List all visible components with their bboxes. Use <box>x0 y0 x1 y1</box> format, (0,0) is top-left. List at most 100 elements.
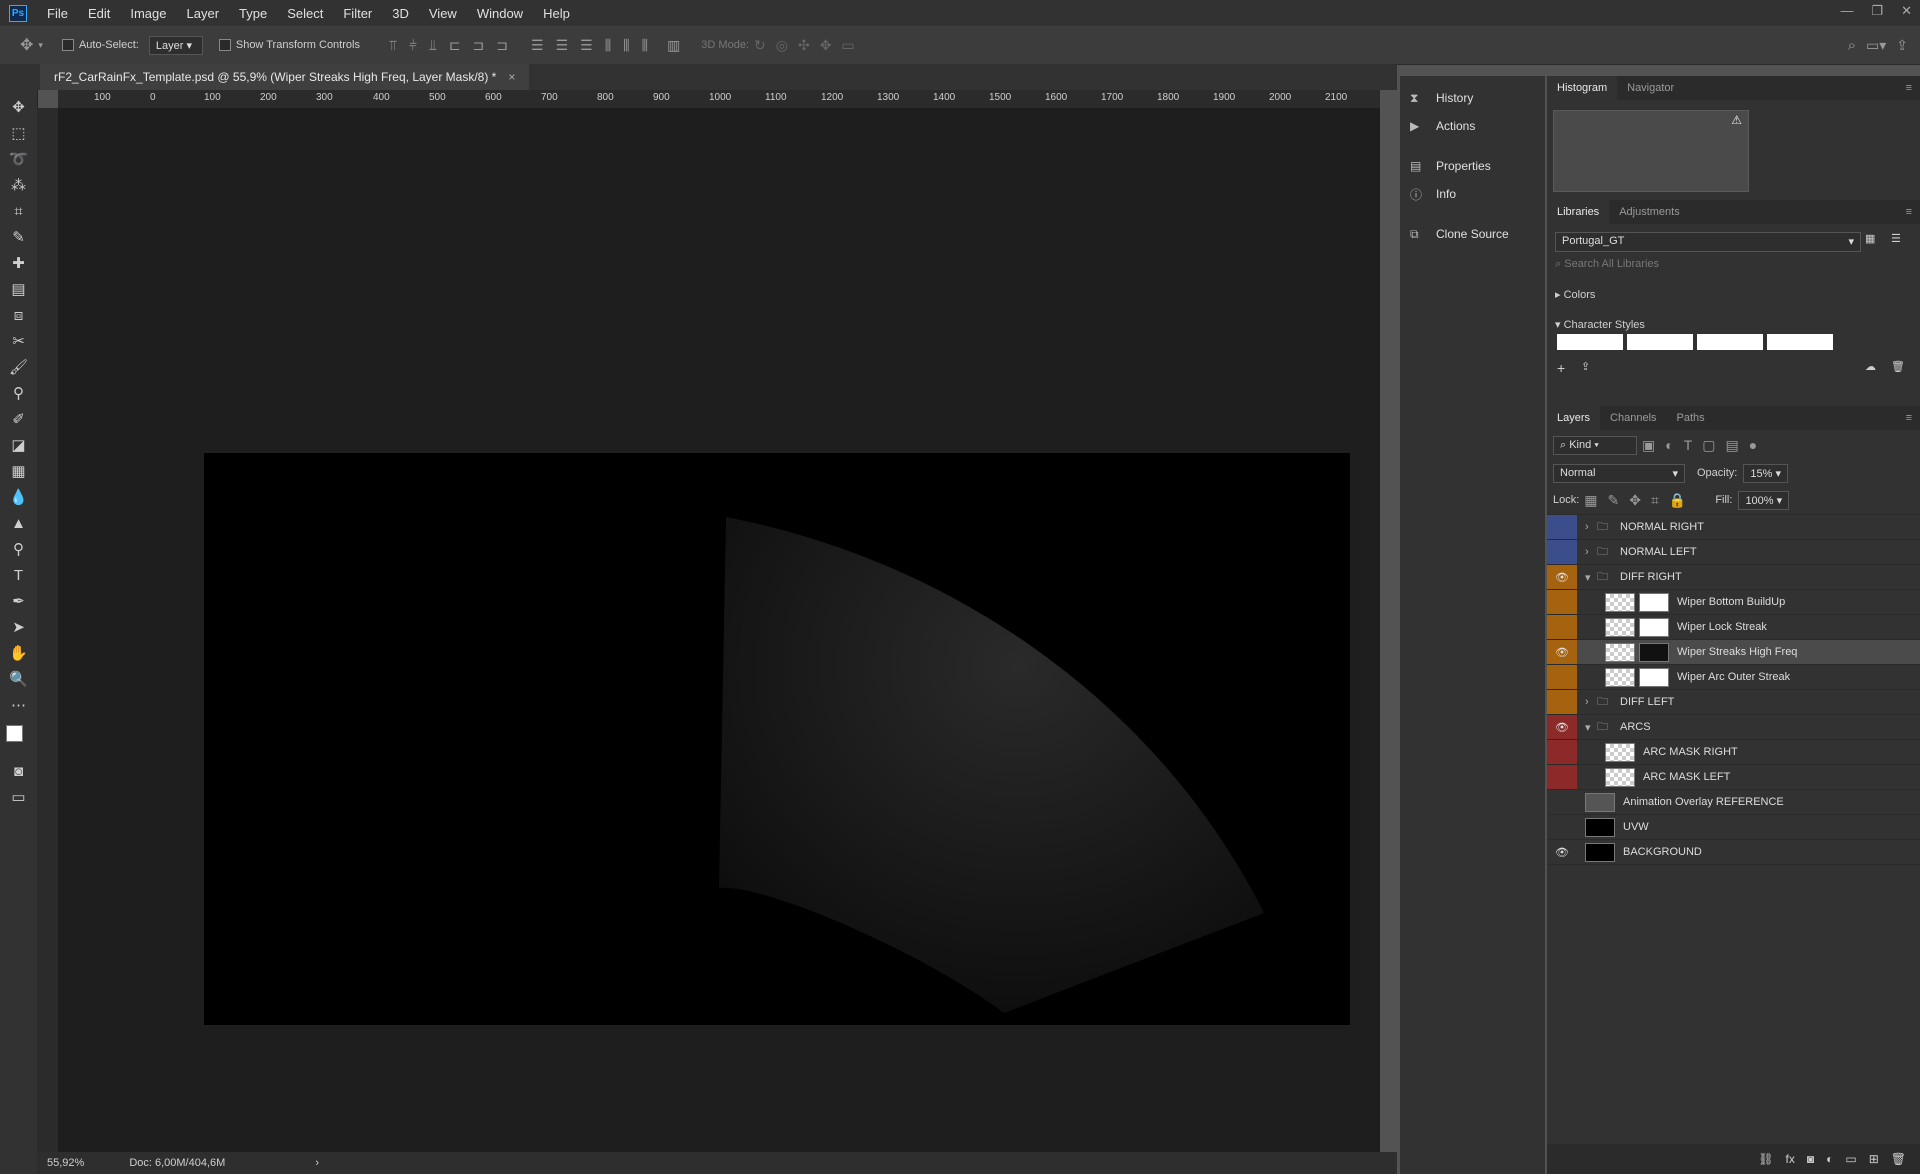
panel-menu-icon[interactable]: ≡ <box>1906 82 1912 94</box>
tab-adjustments[interactable]: Adjustments <box>1609 206 1690 218</box>
marquee-tool-icon[interactable]: ⬚ <box>0 120 37 146</box>
menu-select[interactable]: Select <box>277 6 333 21</box>
distribute-top-icon[interactable]: ☰ <box>531 37 544 54</box>
properties-panel-button[interactable]: ▤ Properties <box>1400 152 1545 180</box>
type-tool-icon[interactable]: T <box>0 562 37 588</box>
color-swatches[interactable] <box>0 718 37 758</box>
visibility-eye-icon[interactable] <box>1547 790 1577 814</box>
add-mask-icon[interactable]: ◙ <box>1807 1152 1814 1166</box>
close-tab-icon[interactable]: × <box>508 70 515 84</box>
align-right-icon[interactable]: ⊐ <box>496 37 508 54</box>
character-style-swatch[interactable] <box>1627 334 1693 350</box>
hand-tool-icon[interactable]: ✋ <box>0 640 37 666</box>
clone-source-panel-button[interactable]: ⧉ Clone Source <box>1400 220 1545 248</box>
chevron-down-icon[interactable]: ▾ <box>38 40 43 51</box>
layer-row[interactable]: Animation Overlay REFERENCE <box>1547 790 1920 815</box>
scissors-icon[interactable]: ✂ <box>0 328 37 354</box>
character-style-swatch[interactable] <box>1697 334 1763 350</box>
character-style-swatch[interactable] <box>1557 334 1623 350</box>
more-tools-icon[interactable]: ⋯ <box>0 692 37 718</box>
visibility-eye-icon[interactable]: 👁 <box>1547 640 1577 664</box>
character-style-swatch[interactable] <box>1767 334 1833 350</box>
visibility-eye-icon[interactable] <box>1547 615 1577 639</box>
layer-mask-thumbnail[interactable] <box>1639 617 1669 637</box>
layer-row[interactable]: ARC MASK LEFT <box>1547 765 1920 790</box>
layer-row[interactable]: Wiper Bottom BuildUp <box>1547 590 1920 615</box>
menu-type[interactable]: Type <box>229 6 277 21</box>
layer-row[interactable]: Wiper Arc Outer Streak <box>1547 665 1920 690</box>
history-panel-button[interactable]: ⧗ History <box>1400 84 1545 112</box>
add-icon[interactable]: + <box>1557 360 1565 376</box>
canvas-area[interactable] <box>58 108 1380 1152</box>
library-dropdown[interactable]: Portugal_GT ▾ <box>1555 232 1861 252</box>
tab-histogram[interactable]: Histogram <box>1547 76 1618 100</box>
auto-select-checkbox[interactable] <box>61 39 79 52</box>
visibility-eye-icon[interactable] <box>1547 740 1577 764</box>
tab-layers[interactable]: Layers <box>1547 406 1601 430</box>
healing-brush-icon[interactable]: ✚ <box>0 250 37 276</box>
filter-toggle-icon[interactable]: ● <box>1749 437 1757 453</box>
workspace-icon[interactable]: ▭▾ <box>1866 37 1886 54</box>
gradient-icon[interactable]: ▦ <box>0 458 37 484</box>
layer-row[interactable]: UVW <box>1547 815 1920 840</box>
3d-scale-icon[interactable]: ▭ <box>841 37 854 54</box>
visibility-eye-icon[interactable] <box>1547 765 1577 789</box>
visibility-eye-icon[interactable] <box>1547 665 1577 689</box>
filter-pixel-icon[interactable]: ▣ <box>1642 437 1655 454</box>
brush-tool-icon[interactable]: 🖌 <box>0 354 37 380</box>
delete-layer-icon[interactable]: 🗑 <box>1891 1152 1906 1166</box>
visibility-eye-icon[interactable] <box>1547 590 1577 614</box>
adjustment-layer-icon[interactable]: ◐ <box>1826 1152 1833 1166</box>
lock-position-icon[interactable]: ✥ <box>1629 492 1641 509</box>
3d-pan-icon[interactable]: ✣ <box>798 37 810 54</box>
layer-group-row[interactable]: › 🗀 NORMAL RIGHT <box>1547 515 1920 540</box>
layer-group-row[interactable]: › 🗀 DIFF LEFT <box>1547 690 1920 715</box>
distribute-left-icon[interactable]: ⫼ <box>605 37 611 54</box>
move-tool-icon[interactable]: ✥ <box>20 35 33 55</box>
3d-orbit-icon[interactable]: ↻ <box>754 37 766 54</box>
menu-filter[interactable]: Filter <box>333 6 382 21</box>
burn-icon[interactable]: ⚲ <box>0 536 37 562</box>
visibility-eye-icon[interactable] <box>1547 690 1577 714</box>
tab-navigator[interactable]: Navigator <box>1617 82 1684 94</box>
distribute-right-icon[interactable]: ⫼ <box>642 37 648 54</box>
new-layer-icon[interactable]: ⊞ <box>1869 1152 1879 1166</box>
colors-section[interactable]: ▸ Colors <box>1555 288 1595 301</box>
3d-slide-icon[interactable]: ✥ <box>820 37 832 54</box>
dodge-icon[interactable]: ▲ <box>0 510 37 536</box>
filter-adjust-icon[interactable]: ◐ <box>1665 437 1673 453</box>
minimize-icon[interactable]: — <box>1840 3 1853 19</box>
restore-icon[interactable]: ❐ <box>1871 3 1883 19</box>
chevron-down-icon[interactable]: ▾ <box>1585 571 1597 584</box>
chevron-right-icon[interactable]: › <box>1585 521 1597 533</box>
layer-row[interactable]: 👁 Wiper Streaks High Freq <box>1547 640 1920 665</box>
layer-mask-thumbnail[interactable] <box>1639 592 1669 612</box>
screen-mode-icon[interactable]: ▭ <box>0 784 37 810</box>
menu-window[interactable]: Window <box>467 6 533 21</box>
visibility-eye-icon[interactable] <box>1547 815 1577 839</box>
fill-input[interactable]: 100% ▾ <box>1738 490 1790 510</box>
show-transform-checkbox[interactable] <box>218 39 236 52</box>
tab-channels[interactable]: Channels <box>1600 412 1666 424</box>
menu-view[interactable]: View <box>419 6 467 21</box>
warning-icon[interactable]: ⚠ <box>1731 113 1742 127</box>
menu-image[interactable]: Image <box>120 6 176 21</box>
layer-group-row[interactable]: 👁 ▾ 🗀 ARCS <box>1547 715 1920 740</box>
search-icon[interactable]: ⌕ <box>1848 37 1856 54</box>
list-view-icon[interactable]: ☰ <box>1891 232 1901 245</box>
opacity-input[interactable]: 15% ▾ <box>1743 463 1788 483</box>
fx-icon[interactable]: fx <box>1786 1152 1795 1166</box>
actions-panel-button[interactable]: ▶ Actions <box>1400 112 1545 140</box>
grid-view-icon[interactable]: ▦ <box>1865 232 1875 245</box>
document-tab[interactable]: rF2_CarRainFx_Template.psd @ 55,9% (Wipe… <box>40 64 530 90</box>
blend-mode-dropdown[interactable]: Normal ▾ <box>1553 463 1685 483</box>
cloud-icon[interactable]: ☁ <box>1865 360 1876 373</box>
crop-tool-icon[interactable]: ⌗ <box>0 198 37 224</box>
menu-file[interactable]: File <box>37 6 78 21</box>
chevron-right-icon[interactable]: › <box>1585 696 1597 708</box>
layer-mask-thumbnail[interactable] <box>1639 642 1669 662</box>
lasso-tool-icon[interactable]: ➰ <box>0 146 37 172</box>
lock-all-icon[interactable]: 🔒 <box>1669 492 1686 509</box>
distribute-hcenter-icon[interactable]: ⫼ <box>623 37 629 54</box>
upload-icon[interactable]: ⇪ <box>1581 360 1590 373</box>
